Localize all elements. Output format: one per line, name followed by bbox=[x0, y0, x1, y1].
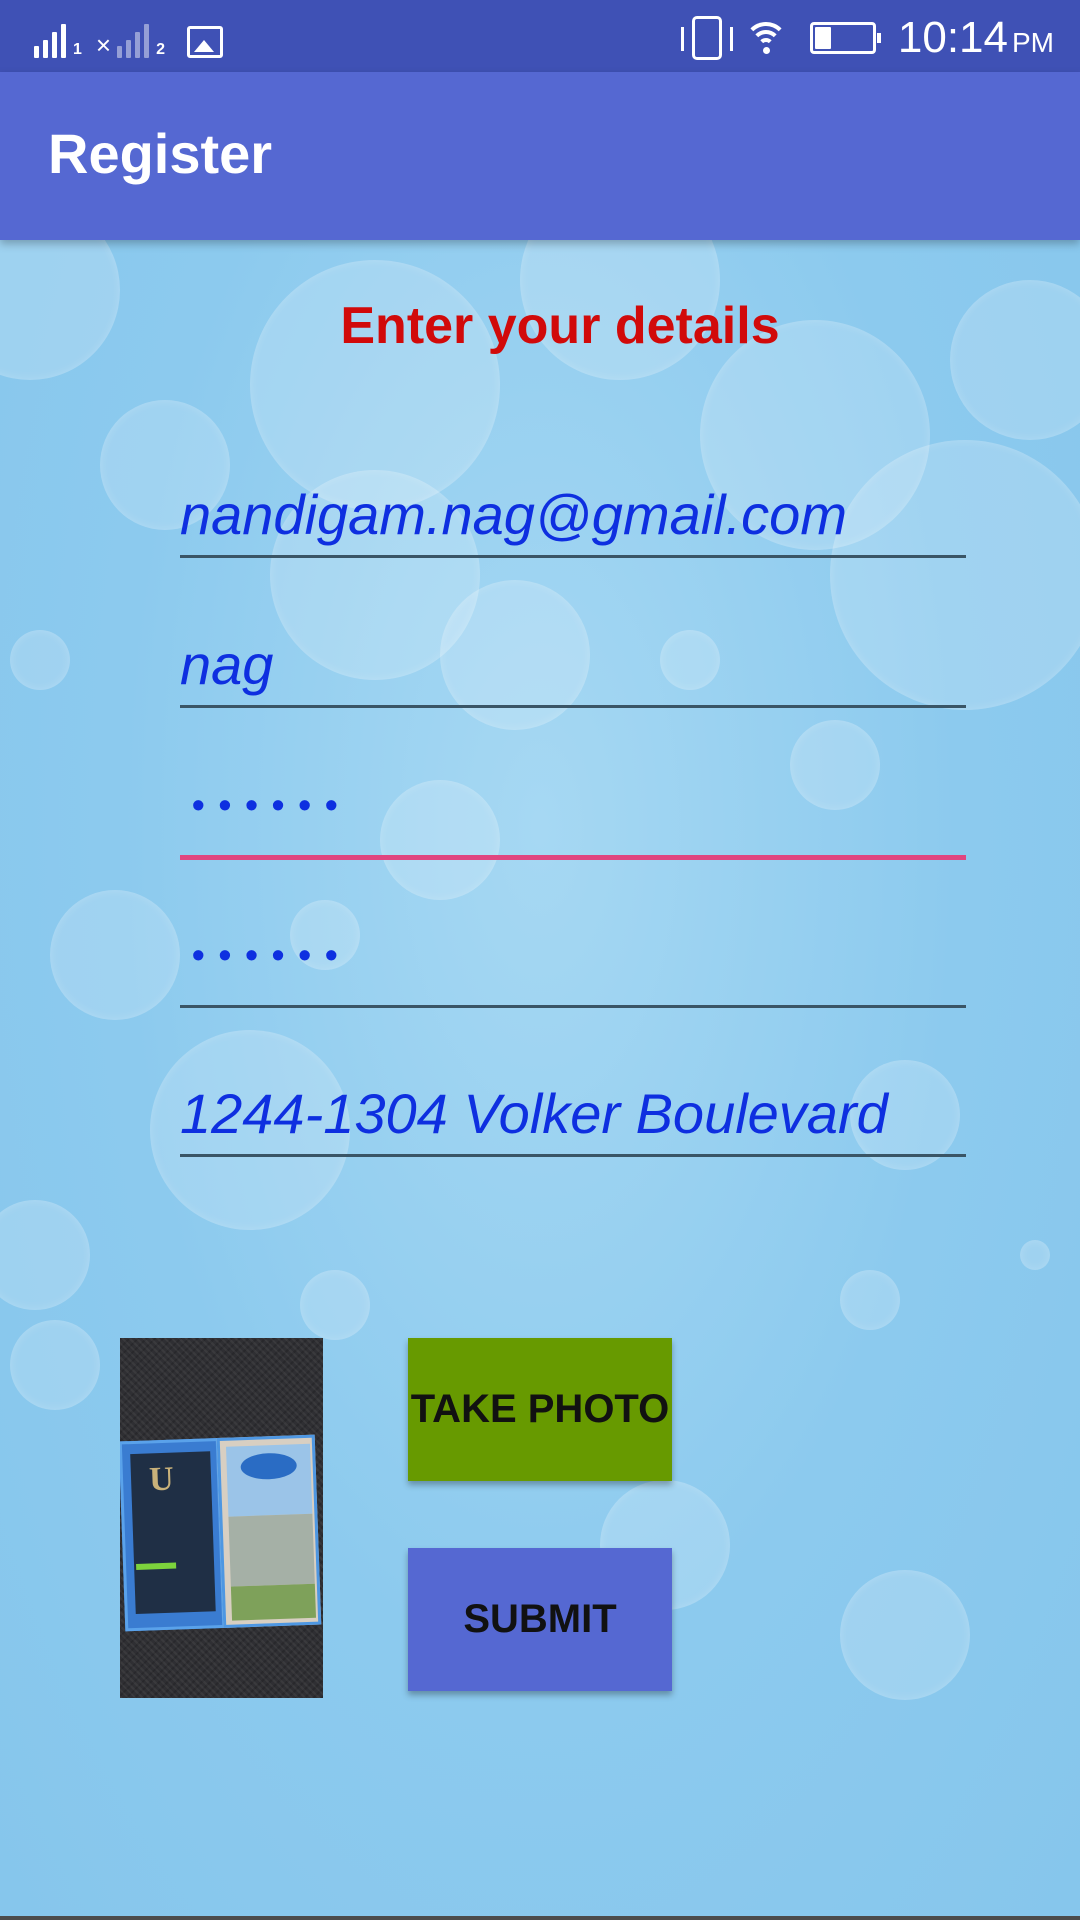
address-value: 1244-1304 Volker Boulevard bbox=[180, 1082, 888, 1145]
password-field[interactable]: •••••• bbox=[180, 780, 966, 860]
status-clock: 10:14 PM bbox=[898, 16, 1054, 60]
email-value: nandigam.nag@gmail.com bbox=[180, 483, 847, 546]
signal-sim2-no-service-icon: × 2 bbox=[96, 22, 165, 58]
wifi-icon bbox=[743, 20, 788, 56]
status-bar: 1 × 2 10:14 PM bbox=[0, 0, 1080, 72]
image-notification-icon bbox=[187, 26, 223, 58]
clock-ampm: PM bbox=[1012, 27, 1054, 58]
vibrate-icon bbox=[680, 16, 733, 60]
name-value: nag bbox=[180, 633, 274, 696]
battery-icon bbox=[809, 22, 881, 54]
page-title: Register bbox=[48, 122, 273, 185]
submit-button[interactable]: SUBMIT bbox=[408, 1548, 672, 1691]
confirm-password-field[interactable]: •••••• bbox=[180, 928, 966, 1008]
password-mask: •••••• bbox=[192, 784, 352, 825]
bottom-edge bbox=[0, 1916, 1080, 1920]
photo-preview: U bbox=[120, 1338, 323, 1698]
app-bar: Register bbox=[0, 72, 1080, 240]
form-heading: Enter your details bbox=[340, 297, 780, 355]
clock-time: 10:14 bbox=[897, 13, 1008, 62]
take-photo-button[interactable]: TAKE PHOTO bbox=[408, 1338, 672, 1481]
brochure-image: U bbox=[120, 1434, 322, 1632]
signal-sim1-icon: 1 bbox=[34, 22, 82, 58]
confirm-password-mask: •••••• bbox=[192, 934, 352, 975]
email-field[interactable]: nandigam.nag@gmail.com bbox=[180, 478, 966, 558]
name-field[interactable]: nag bbox=[180, 628, 966, 708]
address-field[interactable]: 1244-1304 Volker Boulevard bbox=[180, 1077, 966, 1157]
